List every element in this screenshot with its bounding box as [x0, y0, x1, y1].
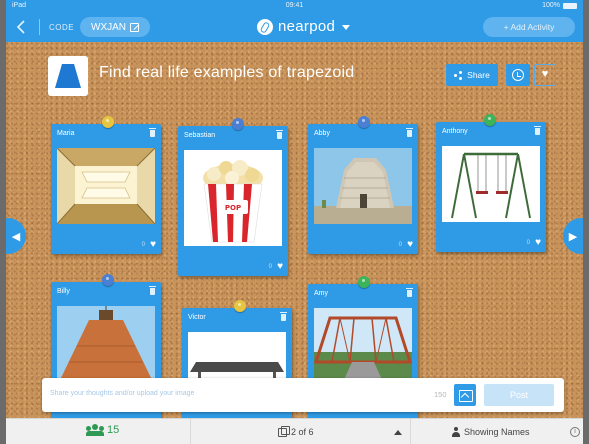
trash-icon[interactable]: [280, 312, 287, 321]
pushpin-icon: [102, 116, 114, 128]
chevron-left-icon: [16, 20, 25, 34]
bottom-bar: 15 2 of 6 Showing Names i: [6, 418, 583, 444]
char-count: 150: [434, 390, 447, 399]
nav-divider: [39, 19, 40, 35]
heart-icon[interactable]: ♥: [407, 240, 413, 250]
post-image-swing-set: [442, 146, 540, 222]
battery-indicator: 100%: [542, 2, 577, 9]
like-count: 0: [268, 264, 272, 270]
post-image-bridge: [314, 308, 412, 384]
share-icon: [454, 71, 463, 80]
trash-icon[interactable]: [149, 128, 156, 137]
pushpin-icon: [484, 114, 496, 126]
post-author: Abby: [314, 130, 330, 137]
trapezoid-thumbnail: [48, 56, 88, 96]
post-author: Amy: [314, 290, 328, 297]
share-label: Share: [467, 70, 490, 80]
status-bar: iPad 09:41 100%: [6, 0, 583, 12]
pushpin-icon: [358, 276, 370, 288]
heart-icon[interactable]: ♥: [535, 238, 541, 248]
heart-icon[interactable]: ♥: [150, 240, 156, 250]
pushpin-icon: [234, 300, 246, 312]
trash-icon[interactable]: [406, 128, 413, 137]
pages-icon: [278, 425, 290, 437]
nearpod-screen: iPad 09:41 100% CODE WXJAN nearpod + Add…: [6, 0, 583, 444]
clock-time: 09:41: [285, 2, 304, 9]
pushpin-icon: [102, 274, 114, 286]
comment-input[interactable]: Share your thoughts and/or upload your i…: [50, 390, 194, 397]
back-button[interactable]: [12, 18, 30, 36]
post-author: Sebastian: [184, 132, 216, 139]
post-image-ceiling-light: [57, 148, 155, 224]
previous-slide-button[interactable]: ◀: [6, 218, 26, 254]
brand-name: nearpod: [278, 18, 336, 35]
battery-percent: 100%: [542, 2, 560, 9]
post-composer: Share your thoughts and/or upload your i…: [42, 378, 564, 412]
like-filter-button[interactable]: ♥: [534, 64, 556, 86]
battery-icon: [563, 2, 577, 9]
post-card[interactable]: Maria 0 ♥: [51, 124, 161, 254]
person-icon: [452, 427, 460, 437]
trash-icon[interactable]: [276, 130, 283, 139]
collaborate-board: Find real life examples of trapezoid Sha…: [6, 42, 583, 428]
upload-image-button[interactable]: [454, 384, 476, 406]
bar-divider: [190, 419, 191, 444]
post-author: Billy: [57, 288, 70, 295]
heart-icon: ♥: [541, 68, 549, 80]
top-nav: CODE WXJAN nearpod + Add Activity: [6, 12, 583, 42]
trash-icon[interactable]: [149, 286, 156, 295]
timer-button[interactable]: [506, 64, 530, 86]
post-author: Anthony: [442, 128, 468, 135]
session-code-button[interactable]: WXJAN: [80, 17, 150, 37]
like-count: 0: [141, 242, 145, 248]
like-count: 0: [398, 242, 402, 248]
participant-count: 15: [107, 424, 120, 436]
heart-icon[interactable]: ♥: [277, 262, 283, 272]
info-icon[interactable]: i: [570, 427, 580, 437]
like-count: 0: [526, 240, 530, 246]
names-label: Showing Names: [464, 427, 530, 437]
slide-pager[interactable]: 2 of 6: [278, 425, 314, 437]
arrow-left-icon: ◀: [11, 230, 21, 243]
code-label: CODE: [49, 23, 75, 32]
people-icon: [86, 424, 104, 436]
slide-position: 2 of 6: [291, 427, 314, 437]
participants-button[interactable]: 15: [86, 424, 119, 436]
add-activity-button[interactable]: + Add Activity: [483, 17, 575, 37]
pushpin-icon: [358, 116, 370, 128]
pushpin-icon: [232, 118, 244, 130]
edit-icon: [130, 22, 139, 32]
caret-up-icon[interactable]: [394, 430, 402, 435]
post-image-roof: [57, 306, 155, 382]
post-card[interactable]: Sebastian POP 0 ♥: [178, 126, 288, 276]
post-author: Maria: [57, 130, 75, 137]
trapezoid-icon: [55, 64, 81, 88]
share-button[interactable]: Share: [446, 64, 498, 86]
caret-down-icon: [342, 25, 351, 30]
brand-menu[interactable]: nearpod: [257, 18, 351, 35]
nearpod-logo-icon: [257, 18, 273, 35]
board-question: Find real life examples of trapezoid: [99, 64, 355, 81]
post-image-popcorn: POP: [184, 150, 282, 246]
bar-divider: [410, 419, 411, 444]
post-image-stone-tomb: [314, 148, 412, 224]
post-card[interactable]: Abby 0 ♥: [308, 124, 418, 254]
trash-icon[interactable]: [534, 126, 541, 135]
show-names-toggle[interactable]: Showing Names: [452, 427, 530, 437]
post-author: Victor: [188, 314, 206, 321]
trash-icon[interactable]: [406, 288, 413, 297]
session-code: WXJAN: [91, 21, 126, 33]
post-card[interactable]: Anthony 0 ♥: [436, 122, 546, 252]
post-button[interactable]: Post: [484, 384, 554, 406]
arrow-right-icon: ▶: [568, 230, 578, 243]
next-slide-button[interactable]: ▶: [563, 218, 583, 254]
svg-text:POP: POP: [225, 204, 241, 212]
